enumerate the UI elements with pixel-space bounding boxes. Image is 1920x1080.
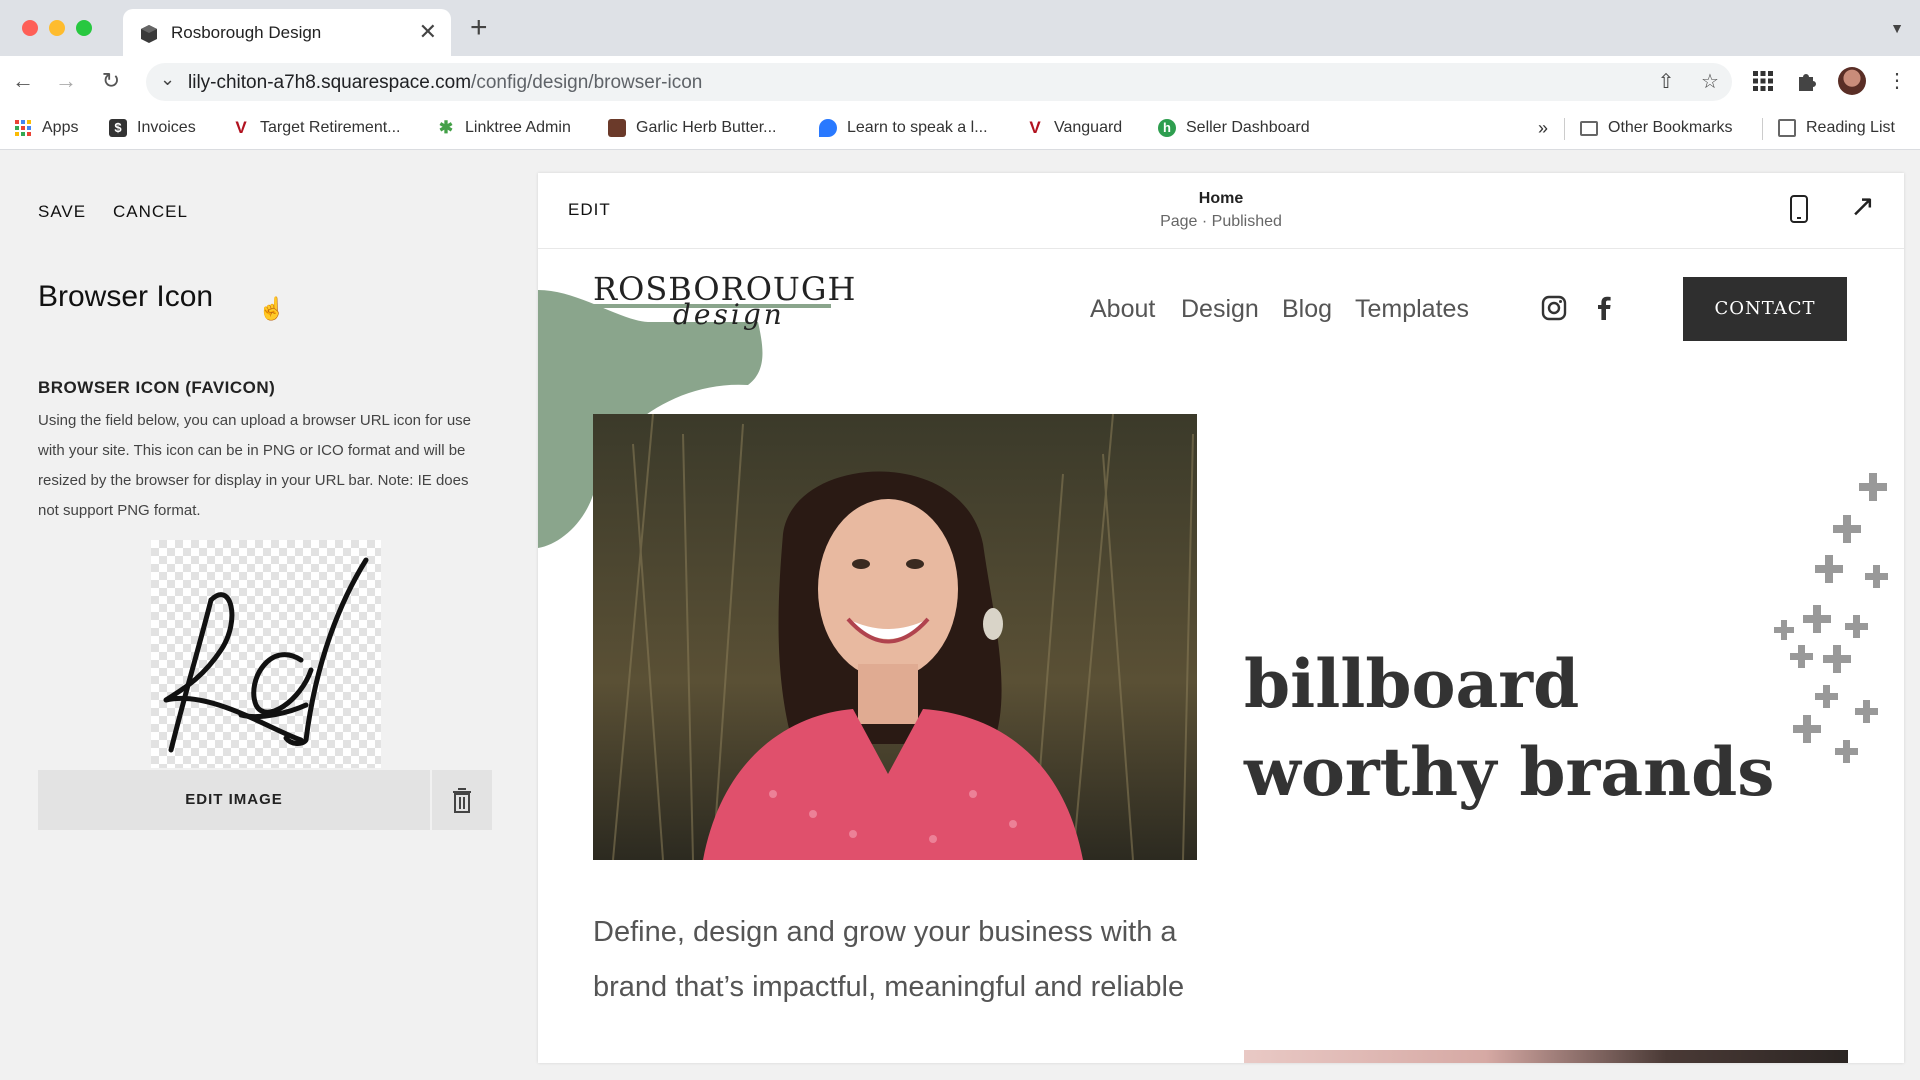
recipe-icon	[608, 119, 626, 137]
delete-image-button[interactable]	[432, 770, 492, 830]
bookmarks-overflow-icon[interactable]: »	[1538, 117, 1548, 139]
nav-templates[interactable]: Templates	[1355, 295, 1469, 324]
site-logo-script: design	[673, 298, 785, 331]
page-name: Home	[1198, 190, 1244, 207]
bookmark-label: Apps	[42, 119, 79, 136]
browser-toolbar: ← → ↻ ⌄ lily-chiton-a7h8.squarespace.com…	[0, 56, 1920, 106]
active-tab[interactable]: Rosborough Design ✕	[123, 9, 451, 56]
trash-icon	[453, 788, 471, 813]
bookmark-star-icon[interactable]: ☆	[1698, 70, 1722, 94]
bookmark-garlic-herb[interactable]: Garlic Herb Butter...	[608, 117, 777, 139]
vanguard-v-icon: V	[1029, 118, 1041, 137]
back-arrow-icon[interactable]: ←	[10, 68, 36, 94]
bookmark-target-retirement[interactable]: V Target Retirement...	[232, 117, 401, 139]
extensions-puzzle-icon[interactable]	[1794, 68, 1820, 94]
nav-blog[interactable]: Blog	[1282, 295, 1332, 324]
share-icon[interactable]: ⇧	[1654, 70, 1678, 94]
chevron-down-icon[interactable]: ⌄	[160, 69, 175, 90]
save-button[interactable]: SAVE	[38, 202, 86, 222]
bookmarks-bar: Apps $ Invoices V Target Retirement... ✱…	[0, 106, 1920, 150]
hero-intro-text: Define, design and grow your business wi…	[593, 916, 1185, 1003]
new-tab-button[interactable]: +	[470, 13, 488, 43]
tab-close-icon[interactable]: ✕	[419, 19, 437, 45]
website-content: ROSBOROUGH design About Design Blog Temp…	[538, 250, 1904, 1063]
profile-avatar[interactable]	[1838, 67, 1866, 95]
vanguard-v-icon: V	[235, 118, 247, 137]
url-host: lily-chiton-a7h8.squarespace.com	[188, 72, 472, 93]
tab-title: Rosborough Design	[171, 23, 322, 42]
apps-grid-icon[interactable]	[1750, 68, 1776, 94]
bookmark-label: Seller Dashboard	[1186, 119, 1310, 136]
hero-headline: billboard worthy brands	[1244, 645, 1775, 811]
panel-title: Browser Icon	[38, 280, 214, 313]
browser-tab-bar: Rosborough Design ✕ + ▼	[0, 0, 1920, 56]
nav-design[interactable]: Design	[1181, 295, 1259, 324]
secondary-image-strip	[1244, 1050, 1848, 1063]
facebook-icon[interactable]	[1591, 295, 1617, 321]
linktree-icon: ✱	[438, 118, 454, 137]
url-path: /config/design/browser-icon	[471, 72, 703, 93]
bookmark-seller-dashboard[interactable]: h Seller Dashboard	[1158, 117, 1310, 139]
reading-list-label: Reading List	[1806, 119, 1895, 136]
seller-icon: h	[1158, 119, 1176, 137]
section-title: BROWSER ICON (FAVICON)	[38, 378, 276, 397]
bookmark-apps[interactable]: Apps	[14, 117, 78, 139]
bookmark-label: Garlic Herb Butter...	[636, 119, 777, 136]
contact-button[interactable]: CONTACT	[1683, 277, 1847, 341]
page-status: Page · Published	[1160, 213, 1282, 230]
mobile-view-icon[interactable]	[1790, 195, 1808, 223]
maximize-window-button[interactable]	[76, 20, 92, 36]
site-preview-frame: EDIT Home Page · Published ↗ ROSBOROUGH …	[538, 173, 1904, 1063]
cancel-button[interactable]: CANCEL	[113, 202, 188, 222]
url-text[interactable]: lily-chiton-a7h8.squarespace.com/config/…	[188, 72, 702, 94]
close-window-button[interactable]	[22, 20, 38, 36]
section-description: Using the field below, you can upload a …	[38, 412, 472, 519]
bookmark-label: Vanguard	[1054, 119, 1123, 136]
reading-list[interactable]: Reading List	[1778, 117, 1895, 139]
other-bookmarks-label: Other Bookmarks	[1608, 119, 1733, 136]
bookmarks-divider	[1564, 118, 1565, 140]
bookmark-label: Target Retirement...	[260, 119, 401, 136]
language-icon	[819, 119, 837, 137]
folder-icon	[1580, 120, 1598, 136]
squarespace-cube-icon	[141, 25, 157, 43]
bookmarks-divider	[1762, 118, 1763, 140]
bookmark-label: Invoices	[137, 119, 196, 136]
other-bookmarks[interactable]: Other Bookmarks	[1580, 117, 1732, 139]
apps-grid-icon	[15, 120, 31, 136]
minimize-window-button[interactable]	[49, 20, 65, 36]
hero-photo	[593, 414, 1197, 860]
signature-logo-icon	[163, 557, 369, 753]
forward-arrow-icon[interactable]: →	[53, 68, 79, 94]
reading-list-icon	[1778, 119, 1796, 137]
address-bar[interactable]: ⌄ lily-chiton-a7h8.squarespace.com/confi…	[146, 63, 1732, 101]
hand-cursor-icon: ☝	[258, 296, 286, 321]
nav-about[interactable]: About	[1090, 295, 1155, 324]
bookmark-vanguard[interactable]: V Vanguard	[1026, 117, 1122, 139]
preview-header: EDIT Home Page · Published ↗	[538, 173, 1904, 249]
invoices-icon: $	[109, 119, 127, 137]
bookmark-label: Learn to speak a l...	[847, 119, 988, 136]
bookmark-linktree[interactable]: ✱ Linktree Admin	[437, 117, 571, 139]
edit-image-button[interactable]: EDIT IMAGE	[38, 770, 430, 830]
reload-icon[interactable]: ↻	[98, 68, 124, 94]
open-site-arrow-icon[interactable]: ↗	[1850, 189, 1875, 224]
bookmark-invoices[interactable]: $ Invoices	[109, 117, 196, 139]
instagram-icon[interactable]	[1541, 295, 1567, 321]
bookmark-label: Linktree Admin	[465, 119, 571, 136]
favicon-preview[interactable]	[151, 540, 381, 768]
tab-search-chevron-icon[interactable]: ▼	[1890, 20, 1904, 36]
bookmark-learn-language[interactable]: Learn to speak a l...	[819, 117, 988, 139]
more-menu-icon[interactable]: ⋮	[1884, 68, 1910, 94]
editor-panel: SAVE CANCEL Browser Icon ☝ BROWSER ICON …	[0, 150, 538, 1080]
